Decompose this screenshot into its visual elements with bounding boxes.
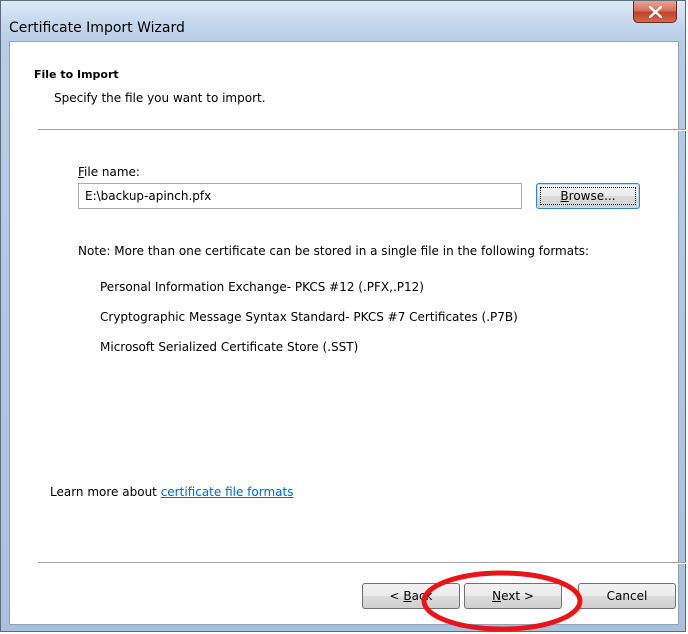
file-name-label-text: ile name: xyxy=(84,165,140,179)
title-bar[interactable]: Certificate Import Wizard xyxy=(1,1,685,41)
next-button[interactable]: Next > xyxy=(464,583,562,609)
format-item-sst: Microsoft Serialized Certificate Store (… xyxy=(100,340,359,354)
page-title: File to Import xyxy=(34,68,119,81)
wizard-window: Certificate Import Wizard File to Import… xyxy=(0,0,686,632)
browse-button[interactable]: Browse... xyxy=(536,183,640,209)
back-accel: B xyxy=(403,589,412,603)
certificate-file-formats-link[interactable]: certificate file formats xyxy=(161,485,294,499)
footer-divider xyxy=(38,562,686,564)
back-button[interactable]: < Back xyxy=(362,583,460,609)
wizard-client-area: File to Import Specify the file you want… xyxy=(9,41,686,625)
cancel-button[interactable]: Cancel xyxy=(578,583,676,609)
page-subtitle: Specify the file you want to import. xyxy=(54,91,266,105)
cancel-label: Cancel xyxy=(606,589,648,603)
formats-note: Note: More than one certificate can be s… xyxy=(78,244,590,258)
file-name-label: File name: xyxy=(78,165,140,179)
format-item-p7b: Cryptographic Message Syntax Standard- P… xyxy=(100,310,518,324)
file-name-input[interactable] xyxy=(78,183,522,209)
next-accel: N xyxy=(492,589,502,603)
next-label: ext > xyxy=(501,589,534,603)
learn-more-prefix: Learn more about xyxy=(50,485,161,499)
learn-more-line: Learn more about certificate file format… xyxy=(50,485,293,499)
close-icon xyxy=(649,6,662,18)
browse-focus-ring xyxy=(540,187,636,205)
window-title: Certificate Import Wizard xyxy=(9,20,185,36)
wizard-header: File to Import Specify the file you want… xyxy=(10,42,678,130)
close-button[interactable] xyxy=(633,1,677,23)
back-label: ack xyxy=(411,589,433,603)
format-item-pfx: Personal Information Exchange- PKCS #12 … xyxy=(100,280,424,294)
back-prefix: < xyxy=(389,589,404,603)
header-divider xyxy=(38,129,686,131)
